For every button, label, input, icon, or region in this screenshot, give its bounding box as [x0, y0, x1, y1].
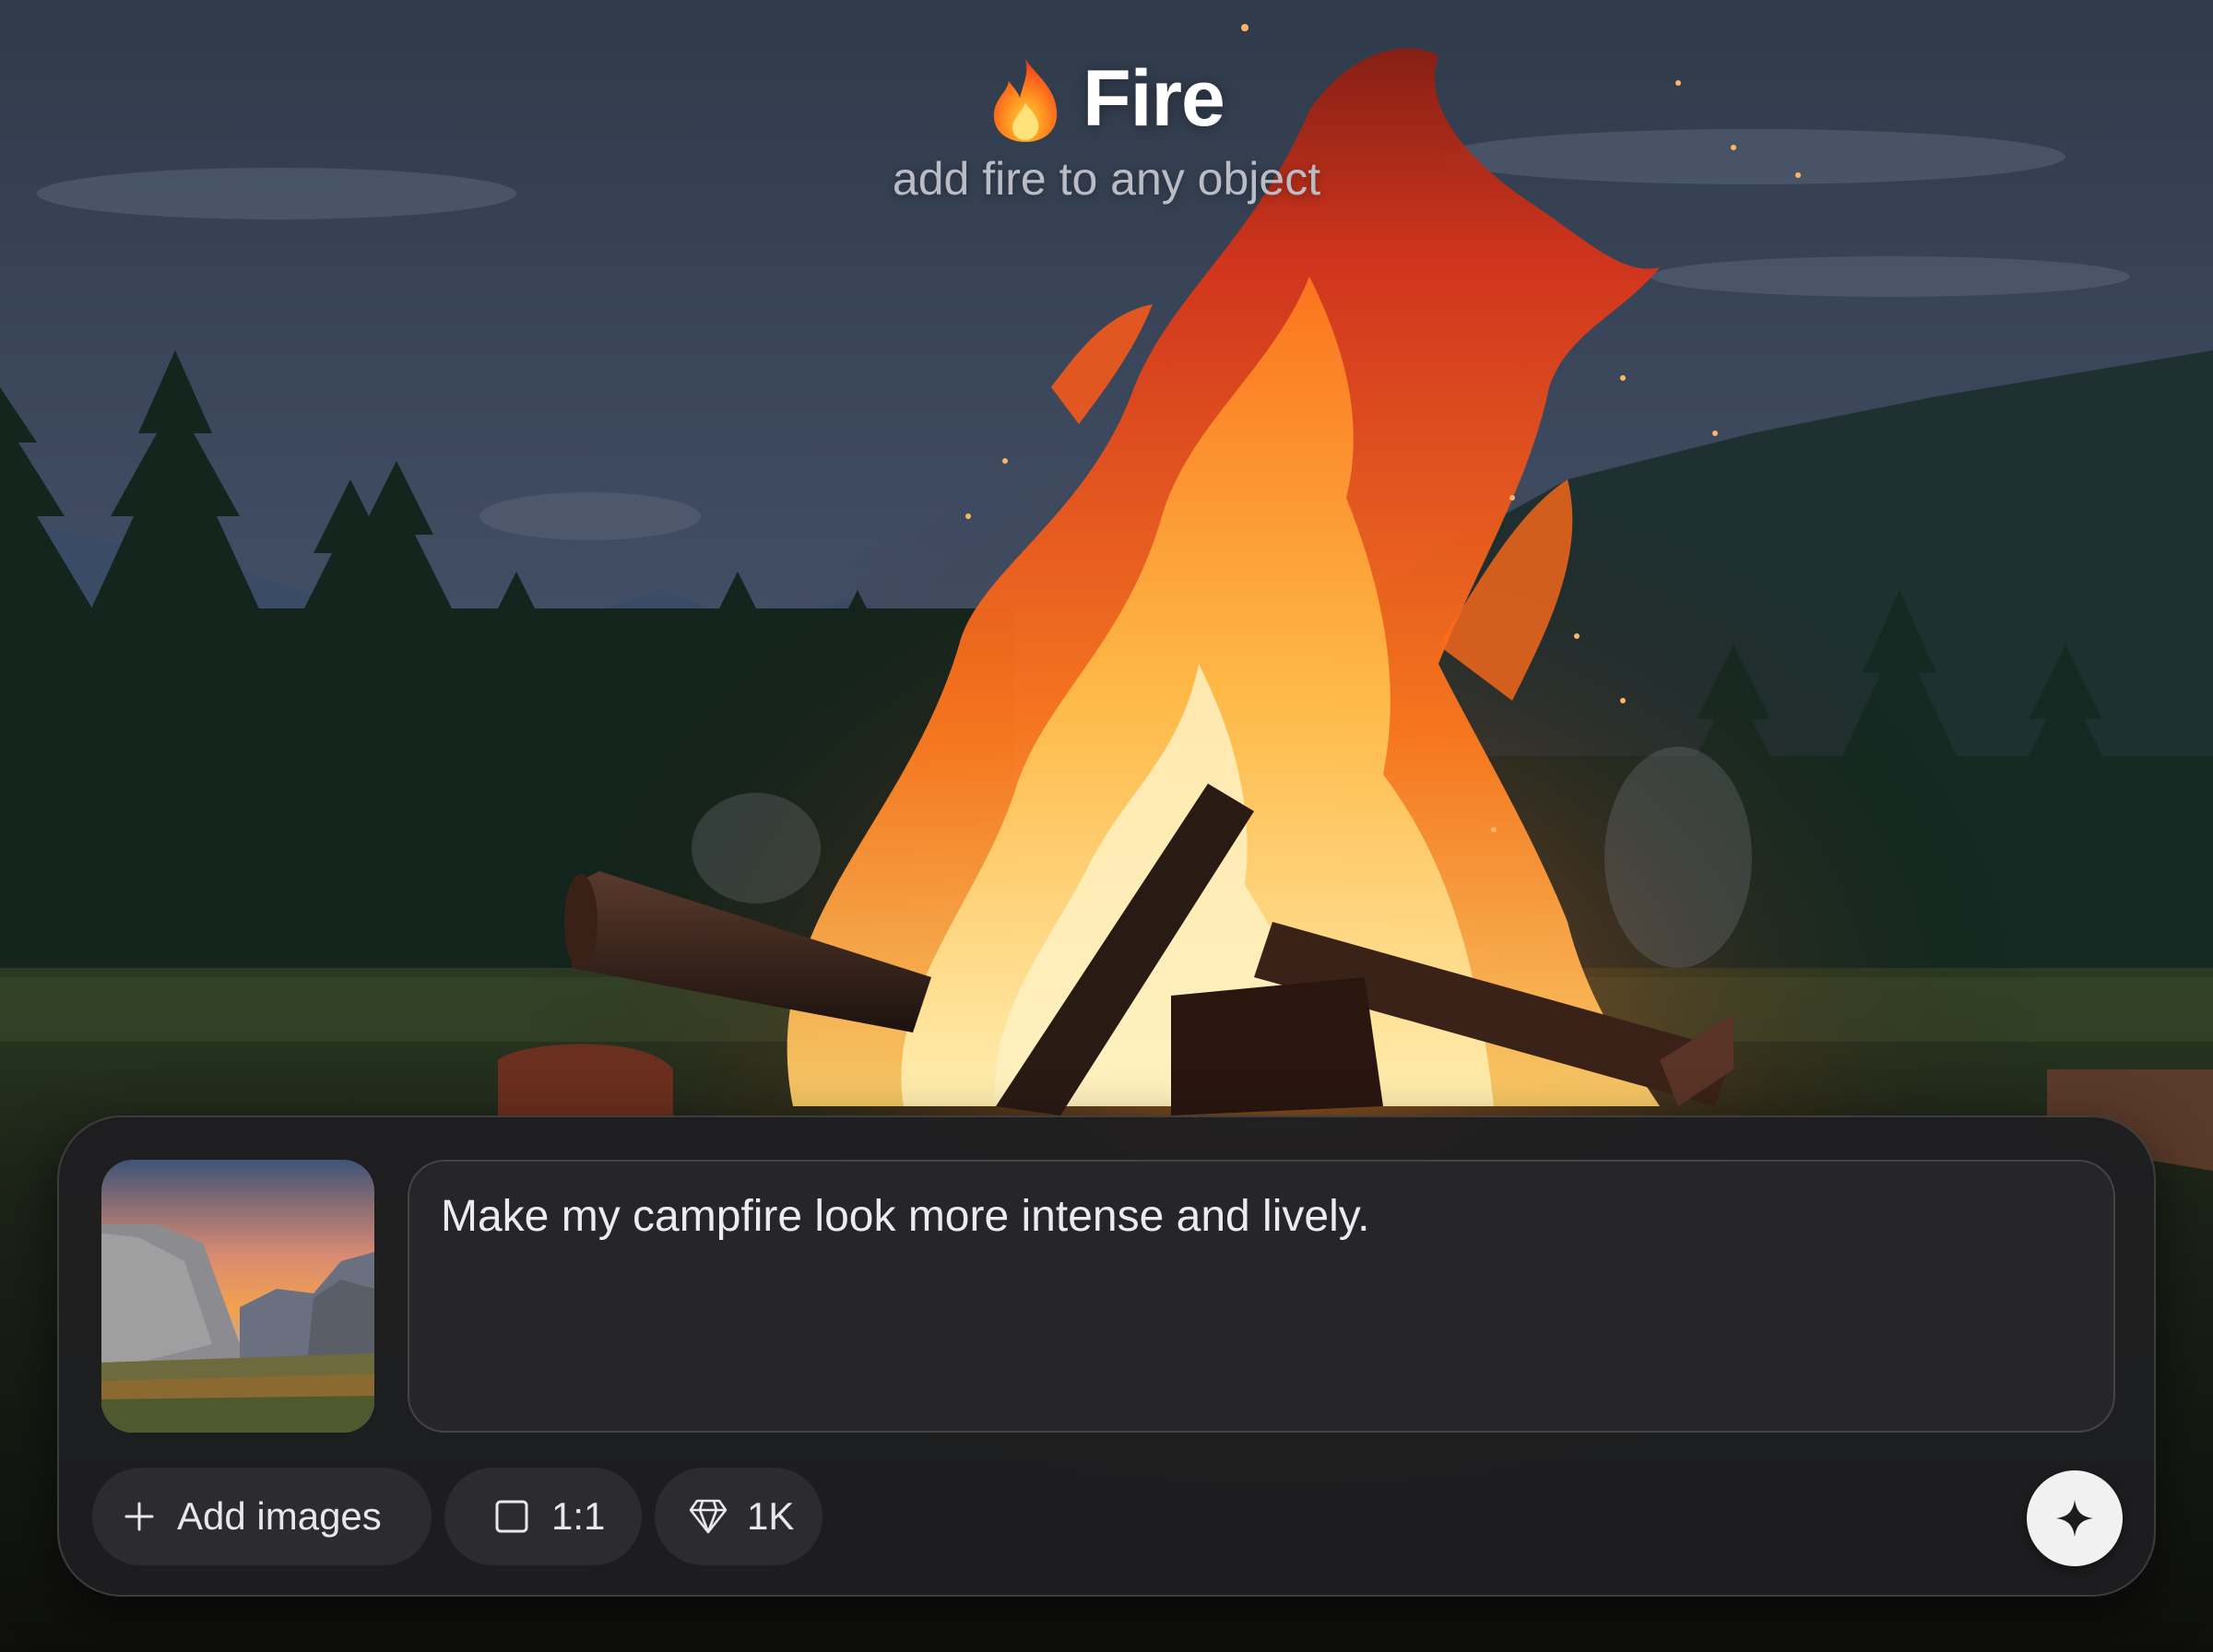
- square-icon: [495, 1500, 528, 1533]
- title-row: Fire: [0, 53, 2213, 145]
- page-subtitle: add fire to any object: [892, 153, 1321, 205]
- generate-button[interactable]: [2027, 1470, 2123, 1566]
- composer-toolbar: Add images 1:1 1K: [92, 1468, 822, 1565]
- quality-label: 1K: [747, 1494, 795, 1538]
- diamond-icon: [689, 1499, 728, 1534]
- reference-image-thumbnail[interactable]: [101, 1160, 374, 1433]
- aspect-ratio-button[interactable]: 1:1: [444, 1468, 642, 1565]
- add-images-button[interactable]: Add images: [92, 1468, 432, 1565]
- prompt-text: Make my campfire look more intense and l…: [441, 1192, 1370, 1241]
- page-header: Fire add fire to any object: [0, 53, 2213, 206]
- mountain-valley-thumbnail-image: [101, 1160, 374, 1433]
- sparkle-icon: [2056, 1500, 2093, 1537]
- prompt-textarea[interactable]: Make my campfire look more intense and l…: [408, 1160, 2115, 1433]
- quality-button[interactable]: 1K: [655, 1468, 822, 1565]
- aspect-ratio-label: 1:1: [551, 1494, 606, 1538]
- page-title: Fire: [1083, 54, 1225, 143]
- plus-icon: [124, 1502, 154, 1531]
- add-images-label: Add images: [177, 1494, 382, 1538]
- fire-icon: [993, 58, 1058, 142]
- prompt-composer: Make my campfire look more intense and l…: [57, 1115, 2156, 1597]
